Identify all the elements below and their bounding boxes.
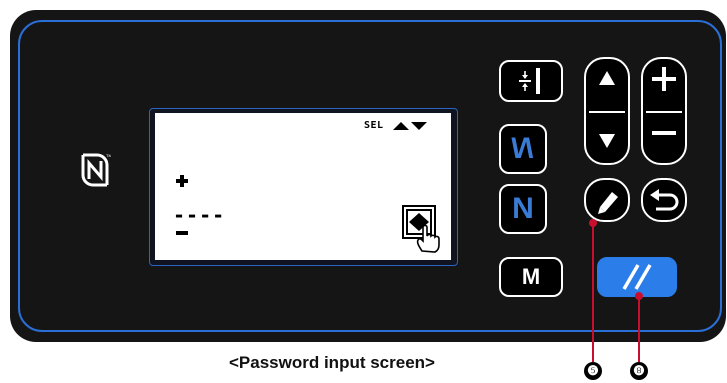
rocker-divider: [589, 111, 625, 113]
sel-label: SEL: [364, 120, 384, 131]
m-button[interactable]: M: [499, 257, 563, 297]
triangle-down-icon[interactable]: [598, 133, 616, 149]
caption: <Password input screen>: [229, 353, 435, 372]
n-button-label: N: [512, 192, 534, 225]
minus-icon[interactable]: [652, 130, 676, 136]
return-icon: [650, 189, 679, 211]
m-button-label: M: [521, 264, 541, 289]
callout-line-5: [592, 224, 594, 362]
callout-line-8: [638, 297, 640, 362]
triangle-up-icon[interactable]: [598, 70, 616, 86]
edit-button[interactable]: [584, 178, 630, 222]
thread-trim-icon: [519, 68, 540, 94]
pencil-icon: [598, 192, 618, 214]
svg-text:TM: TM: [106, 153, 111, 158]
rocker-divider: [646, 111, 682, 113]
plus-icon[interactable]: [652, 67, 676, 91]
key-press-icon[interactable]: [402, 205, 444, 253]
n-button[interactable]: N: [499, 184, 547, 234]
reverse-n-icon: N: [512, 132, 534, 165]
up-down-arrows-icon: [393, 122, 427, 130]
thread-trim-button[interactable]: [499, 60, 563, 102]
ready-slash-icon: [622, 264, 652, 290]
nfc-icon: TM: [81, 153, 111, 187]
plus-icon: [176, 175, 188, 187]
password-field[interactable]: ----: [173, 203, 225, 227]
reverse-n-button[interactable]: N: [499, 124, 547, 174]
minus-icon: [176, 231, 188, 235]
callout-number-5: ❺: [584, 362, 602, 380]
return-button[interactable]: [641, 178, 687, 222]
ready-button[interactable]: [597, 257, 677, 297]
callout-number-8: ❽: [630, 362, 648, 380]
